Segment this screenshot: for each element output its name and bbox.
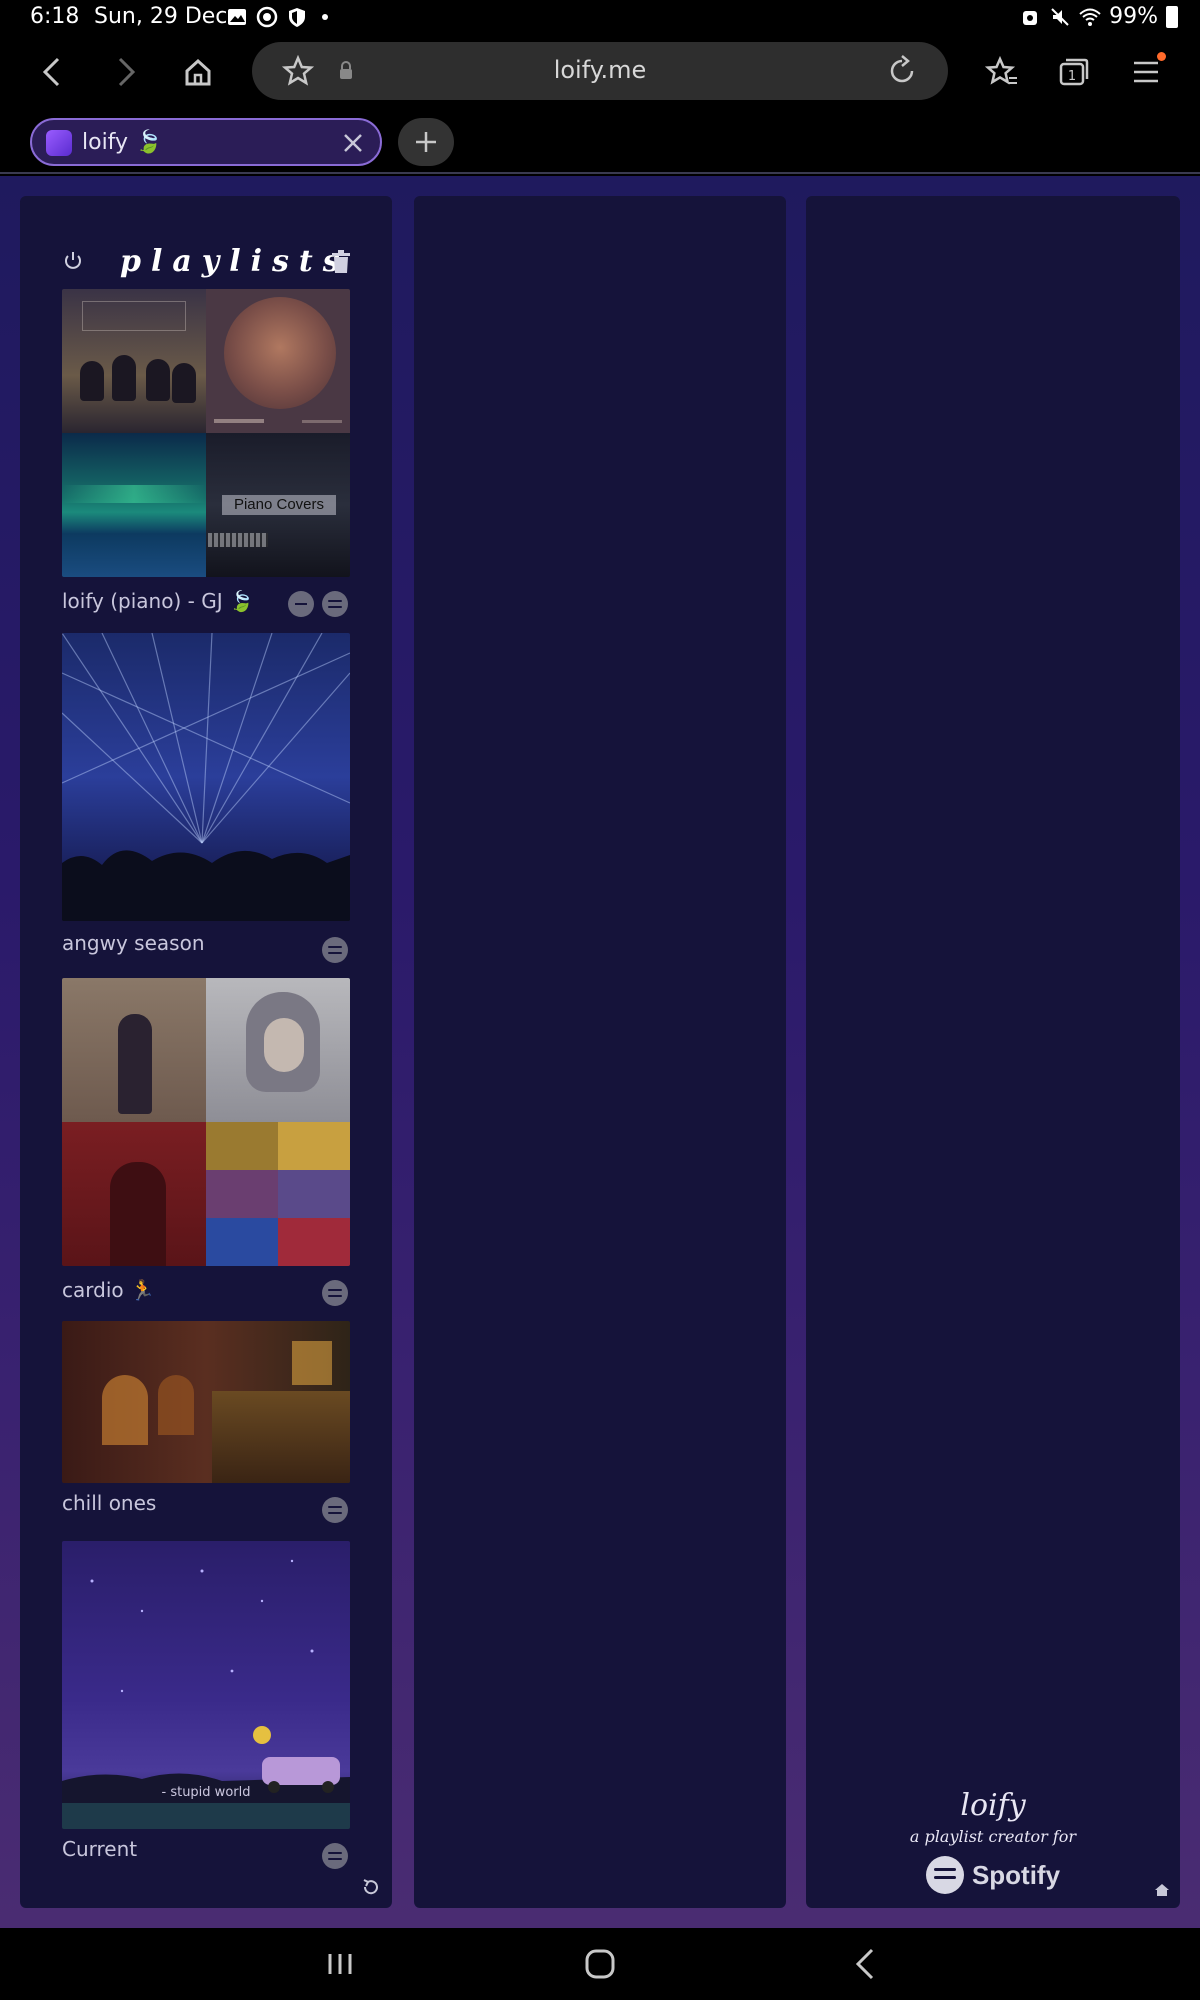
tab-loify[interactable]: loify 🍃: [30, 118, 382, 166]
playlists-panel: playlists Piano Covers loify (piano) - G…: [20, 196, 392, 1908]
power-icon[interactable]: [62, 250, 84, 272]
credit-block: loify a playlist creator for Spotify: [806, 1788, 1180, 1894]
window-glow: [102, 1375, 148, 1445]
cover-tile: [62, 433, 206, 577]
spotify-icon[interactable]: [322, 1843, 348, 1869]
playlist-cover[interactable]: [62, 633, 350, 921]
battery-percent: 99%: [1109, 4, 1158, 29]
playlist-item[interactable]: cardio 🏃: [62, 978, 350, 1306]
right-panel: loify a playlist creator for Spotify: [806, 196, 1180, 1908]
playlist-cover[interactable]: Piano Covers: [62, 289, 350, 577]
bookmarks-icon: [985, 56, 1017, 85]
more-notifications-dot: [322, 14, 328, 20]
spotify-logo[interactable]: Spotify: [806, 1856, 1180, 1894]
navigation-bar: [0, 1928, 1200, 2000]
playlist-name: loify (piano) - GJ 🍃: [62, 589, 254, 613]
status-bar: 6:18 Sun, 29 Dec 99%: [0, 0, 1200, 36]
playlist-item[interactable]: chill ones: [62, 1321, 350, 1523]
playlist-cover[interactable]: [62, 1321, 350, 1483]
bookmarks-button[interactable]: [980, 50, 1024, 94]
tabs-icon: 1: [1059, 58, 1089, 86]
cover-tile: [206, 1122, 350, 1266]
status-time: 6:18: [30, 4, 80, 29]
menu-button[interactable]: [1124, 50, 1168, 94]
trash-icon[interactable]: [330, 250, 352, 274]
back-icon: [42, 57, 60, 87]
window-glow: [292, 1341, 332, 1385]
middle-panel: [414, 196, 786, 1908]
spotify-icon[interactable]: [322, 1280, 348, 1306]
playlist-item[interactable]: Piano Covers loify (piano) - GJ 🍃: [62, 289, 350, 617]
cover-tile: [206, 289, 350, 433]
panel-title: playlists: [120, 244, 350, 279]
refresh-icon[interactable]: [360, 1876, 382, 1898]
forward-button[interactable]: [104, 50, 148, 94]
home-icon: [185, 58, 211, 86]
back-nav-icon[interactable]: [846, 1946, 886, 1982]
playlist-item[interactable]: angwy season: [62, 633, 350, 963]
new-tab-button[interactable]: [398, 118, 454, 166]
spotify-icon[interactable]: [322, 591, 348, 617]
tabs-button[interactable]: 1: [1052, 50, 1096, 94]
window-glow: [158, 1375, 194, 1435]
brand-logo: loify: [960, 1788, 1026, 1823]
cover-tile: [62, 289, 206, 433]
menu-icon: [1134, 61, 1158, 83]
spotify-icon: [925, 1856, 964, 1894]
notification-dot: [1157, 52, 1166, 61]
mute-icon: [1051, 7, 1069, 26]
playlist-cover[interactable]: - stupid world: [62, 1541, 350, 1829]
playlists-header: playlists: [20, 196, 392, 292]
spotify-icon[interactable]: [322, 1497, 348, 1523]
cover-tile: [62, 1122, 206, 1266]
plus-icon: [416, 132, 436, 152]
playlist-name: angwy season: [62, 931, 205, 955]
page-content: playlists Piano Covers loify (piano) - G…: [0, 176, 1200, 1928]
spotify-wordmark: Spotify: [971, 1859, 1061, 1890]
loify-favicon: [46, 130, 72, 156]
playlist-cover[interactable]: [62, 978, 350, 1266]
recents-icon[interactable]: [320, 1946, 360, 1982]
playlist-name: Current: [62, 1837, 138, 1861]
forward-icon: [118, 57, 136, 87]
notification-icons: [226, 6, 328, 28]
tab-strip: loify 🍃: [0, 108, 1200, 174]
home-button[interactable]: [176, 50, 220, 94]
home-icon[interactable]: [1154, 1882, 1170, 1898]
cover-overlay-text: - stupid world: [161, 1785, 251, 1800]
system-icons: 99%: [1019, 4, 1178, 29]
sync-icon: [256, 6, 278, 28]
reload-icon[interactable]: [886, 55, 918, 87]
url-text: loify.me: [553, 56, 647, 84]
remove-icon[interactable]: [288, 591, 314, 617]
porch: [212, 1391, 350, 1483]
alarm-icon: [1023, 10, 1038, 25]
tagline: a playlist creator for: [909, 1827, 1077, 1846]
laser-art: [62, 633, 350, 921]
svg-text:1: 1: [1068, 69, 1076, 84]
shield-icon: [289, 8, 305, 27]
address-bar[interactable]: loify.me: [252, 42, 948, 100]
battery-icon: [1166, 5, 1178, 28]
playlist-item[interactable]: - stupid world Current: [62, 1541, 350, 1869]
wifi-icon: [1079, 8, 1101, 26]
playlist-name: cardio 🏃: [62, 1278, 155, 1302]
cover-tile: [206, 978, 350, 1122]
spotify-icon[interactable]: [322, 937, 348, 963]
tab-title: loify 🍃: [82, 130, 163, 155]
close-icon[interactable]: [340, 130, 366, 156]
cover-overlay-text: Piano Covers: [222, 495, 336, 515]
status-date: Sun, 29 Dec: [94, 4, 228, 29]
cover-tile: Piano Covers: [206, 433, 350, 577]
gallery-icon: [228, 9, 246, 25]
home-nav-icon[interactable]: [580, 1946, 620, 1982]
playlist-name: chill ones: [62, 1491, 157, 1515]
cover-tile: [62, 978, 206, 1122]
back-button[interactable]: [30, 50, 74, 94]
